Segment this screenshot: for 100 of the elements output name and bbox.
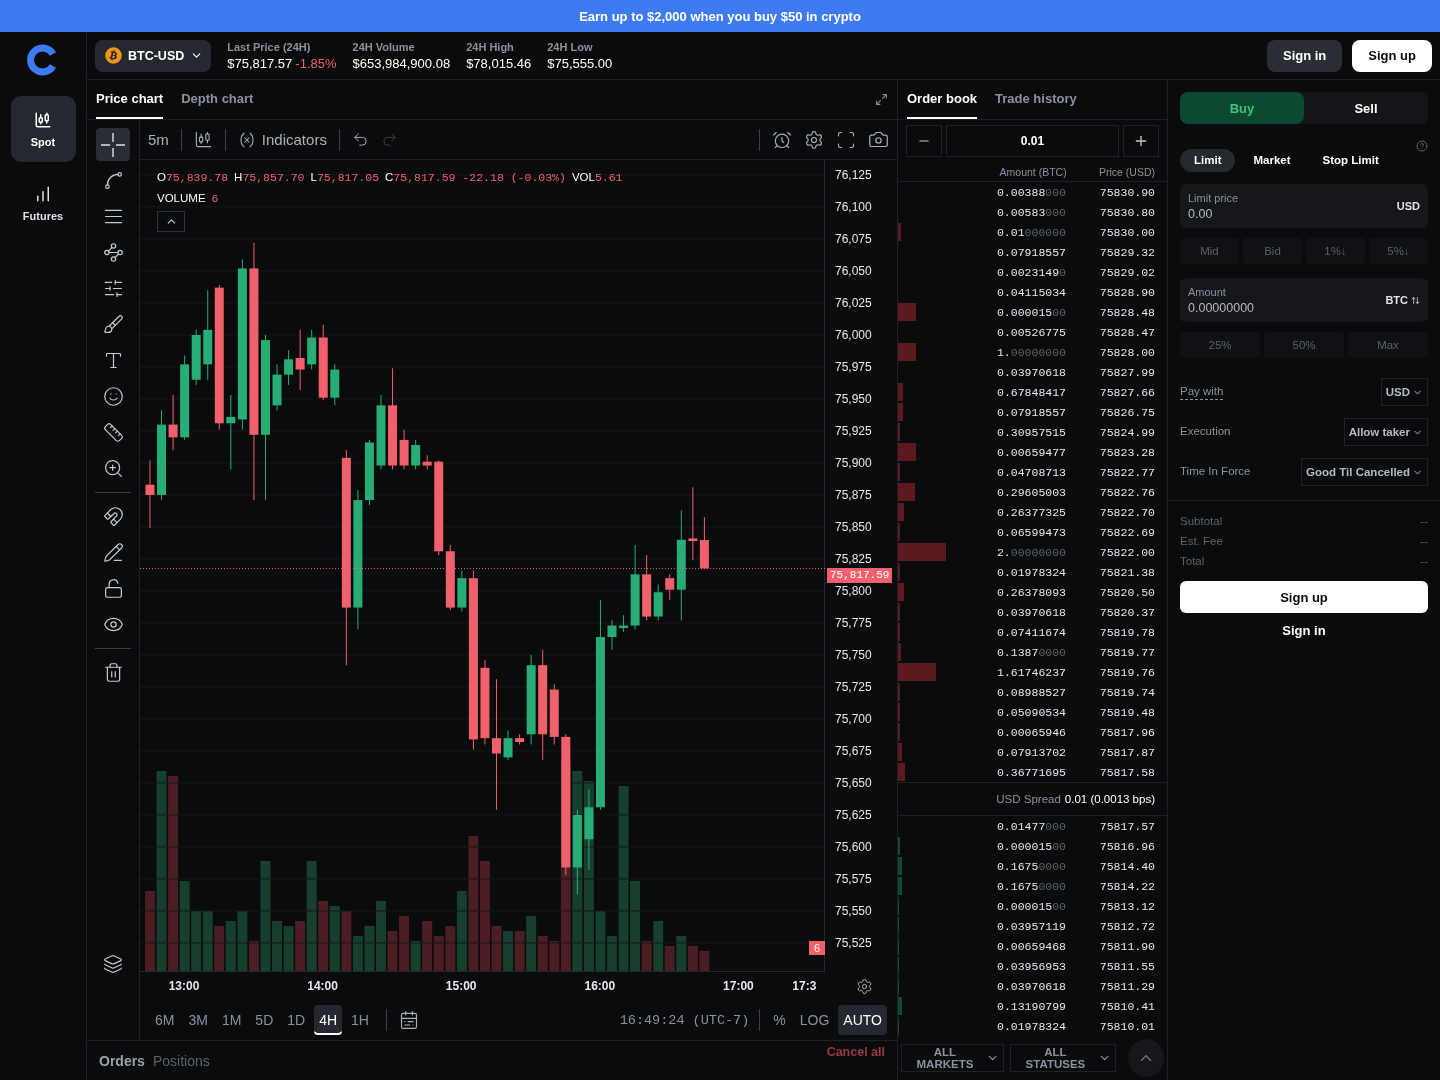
interval-selector[interactable]: 5m	[148, 131, 169, 148]
filter-dropdown[interactable]: ALL STATUSES	[1010, 1044, 1116, 1072]
scale-button[interactable]: LOG	[794, 1005, 835, 1035]
depth-bar	[898, 303, 916, 321]
undo-icon[interactable]	[351, 131, 369, 148]
collapse-button[interactable]	[157, 211, 185, 232]
tick-size-field[interactable]: 0.01	[946, 125, 1119, 157]
column-header: Price (USD)	[1098, 165, 1155, 178]
range-button[interactable]: 6M	[150, 1005, 180, 1035]
promo-banner[interactable]: Earn up to $2,000 when you buy $50 in crypto	[0, 0, 1440, 32]
depth-bar	[898, 583, 904, 601]
volume-bar	[433, 936, 444, 971]
alarm-clock-icon[interactable]	[772, 129, 792, 150]
nav-item[interactable]: Futures	[10, 170, 76, 236]
price-cell-text: 75822.00	[1098, 545, 1155, 559]
legend-value: 75,817.05	[316, 171, 380, 184]
order-type-tab[interactable]: Market	[1239, 148, 1305, 172]
depth-bar	[898, 543, 946, 561]
price-cell-text: 75824.99	[1098, 425, 1155, 439]
order-book-tab[interactable]: Order book	[907, 80, 978, 119]
orders-tab[interactable]: Orders	[99, 1052, 145, 1069]
drawing-tool[interactable]	[96, 128, 130, 161]
side-toggle[interactable]: Buy	[1180, 92, 1304, 124]
amount-cell-text: 0.00231490	[995, 265, 1066, 279]
pair-selector[interactable]: BTC-USD	[95, 39, 212, 72]
trash-icon	[102, 662, 124, 683]
setting-dropdown[interactable]: Allow taker	[1343, 418, 1428, 446]
range-button[interactable]: 1H	[346, 1005, 374, 1035]
price-axis-label: 75,875	[835, 487, 872, 502]
price-cell-text: 75813.12	[1098, 899, 1155, 913]
chart-tab[interactable]: Depth chart	[181, 80, 254, 119]
order-type-tab[interactable]: Limit	[1180, 148, 1236, 172]
price-axis-label: 75,800	[835, 583, 872, 598]
fullscreen-icon[interactable]	[836, 129, 856, 150]
legend-label: VOL	[571, 171, 595, 184]
bitcoin-icon	[105, 47, 122, 64]
calendar-icon[interactable]	[399, 1010, 419, 1030]
field-label: Limit price	[1188, 191, 1239, 204]
filter-dropdown[interactable]: ALL MARKETS	[901, 1044, 1005, 1072]
price-cell-text: 75817.57	[1098, 819, 1155, 833]
setting-dropdown[interactable]: USD	[1380, 378, 1428, 406]
amount-cell-text: 0.01978324	[996, 565, 1066, 579]
range-button[interactable]: 1D	[282, 1005, 311, 1035]
price-axis-label: 75,600	[835, 839, 872, 854]
depth-bar	[898, 343, 916, 361]
expand-icon[interactable]	[875, 93, 888, 106]
depth-bar	[898, 223, 901, 241]
range-button[interactable]: 5D	[250, 1005, 279, 1035]
currency-unit: USD	[1396, 200, 1420, 212]
plus-icon	[1133, 133, 1149, 149]
range-button[interactable]: 3M	[183, 1005, 213, 1035]
indicators-button[interactable]: Indicators	[237, 130, 327, 149]
side-toggle[interactable]: Sell	[1304, 92, 1428, 124]
amount-cell-text: 0.16750000	[995, 879, 1066, 893]
amount-cell-text: 0.00001500	[995, 839, 1066, 853]
amount-cell-text: 0.00001500	[995, 305, 1066, 319]
price-axis-label: 75,750	[835, 647, 872, 662]
amount-cell-text: 0.01000000	[995, 225, 1066, 239]
scale-button[interactable]: AUTO	[838, 1005, 887, 1035]
depth-bar	[898, 483, 915, 501]
amount-field[interactable]: Amount 0.00000000 BTC	[1180, 278, 1428, 322]
limit-price-field[interactable]: Limit price 0.00 USD	[1180, 184, 1428, 228]
amount-cell-text: 0.00526775	[996, 325, 1066, 339]
amount-cell-text: 0.29605003	[996, 485, 1066, 499]
sign-in-button[interactable]: Sign in	[1282, 623, 1326, 638]
increase-button[interactable]	[1123, 125, 1159, 157]
time-axis-label: 14:00	[307, 979, 338, 993]
amount-cell-text: 0.07918557	[996, 405, 1066, 419]
amount-cell-text: 1.61746237	[996, 665, 1066, 679]
amount-cell-text: 0.26378093	[996, 585, 1066, 599]
scale-button[interactable]: %	[768, 1005, 791, 1035]
spread-label: USD Spread	[996, 793, 1061, 805]
settings-icon[interactable]	[856, 977, 873, 995]
order-type-tab[interactable]: Stop Limit	[1308, 148, 1393, 172]
sign-in-button[interactable]: Sign in	[1267, 39, 1343, 72]
stat-label: 24H Volume	[352, 40, 416, 53]
stat-value: $75,817.57	[227, 55, 293, 71]
amount-cell-text: 0.01477000	[995, 819, 1066, 833]
price-cell-text: 75822.70	[1098, 505, 1155, 519]
depth-bar	[898, 997, 902, 1015]
stat-value: $653,984,900.08	[352, 55, 451, 71]
amount-cell-text: 0.00659468	[996, 939, 1066, 953]
camera-icon[interactable]	[868, 129, 889, 150]
range-button[interactable]: 1M	[216, 1005, 247, 1035]
summary-value: --	[1420, 555, 1428, 567]
currency-unit: BTC	[1385, 294, 1408, 306]
candle	[699, 516, 709, 570]
range-button[interactable]: 4H	[314, 1005, 343, 1035]
sign-up-button[interactable]: Sign up	[1352, 39, 1432, 72]
swap-icon[interactable]	[1411, 295, 1420, 305]
price-axis-label: 75,550	[835, 903, 872, 918]
amount-cell-text: 0.03957119	[996, 919, 1066, 933]
sign-up-button[interactable]: Sign up	[1180, 581, 1428, 613]
nav-item[interactable]: Spot	[10, 96, 76, 162]
setting-dropdown[interactable]: Good Til Cancelled	[1301, 458, 1428, 486]
candlestick-icon[interactable]	[193, 130, 213, 149]
order-book-tab[interactable]: Trade history	[995, 80, 1077, 119]
amount-cell-text: 0.13870000	[995, 645, 1066, 659]
settings-icon[interactable]	[804, 129, 824, 150]
chart-tab[interactable]: Price chart	[96, 80, 164, 119]
